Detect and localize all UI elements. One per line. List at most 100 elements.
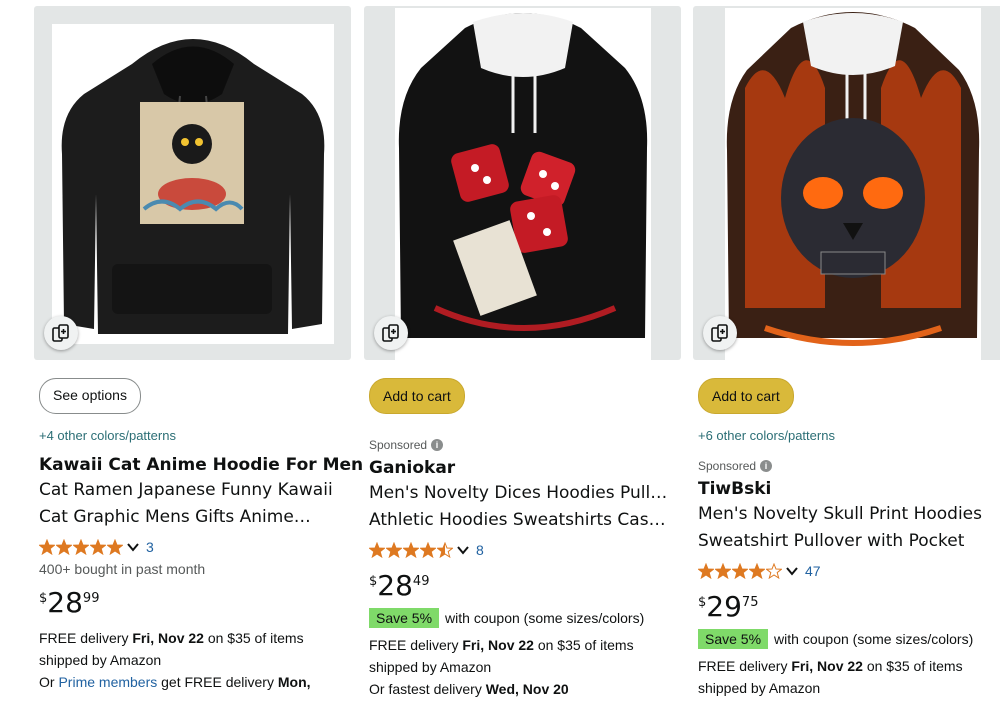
price-fraction: 49 — [412, 574, 430, 589]
other-colors-link[interactable]: +4 other colors/patterns — [39, 428, 371, 443]
prime-members-link[interactable]: Prime members — [58, 674, 157, 690]
star-icon — [386, 542, 402, 558]
sponsored-text: Sponsored — [369, 438, 428, 452]
star-icon — [437, 542, 453, 558]
prime-prefix: Or — [39, 674, 59, 690]
compare-icon — [711, 324, 728, 342]
price[interactable]: $ 28 49 — [369, 570, 701, 604]
price-symbol: $ — [698, 595, 707, 610]
delivery-line2: shipped by Amazon — [39, 652, 162, 668]
delivery-prefix: FREE delivery — [39, 630, 133, 646]
hoodie-flaming-skull-image[interactable] — [725, 8, 981, 360]
chevron-down-icon[interactable] — [456, 543, 470, 557]
coupon-badge[interactable]: Save 5% — [698, 629, 769, 649]
product-title[interactable]: Men's Novelty Skull Print Hoodies Sweats… — [698, 501, 1000, 555]
star-icon — [73, 539, 89, 555]
rating[interactable]: 47 — [698, 561, 1000, 581]
rating[interactable]: 3 — [39, 537, 371, 557]
coupon[interactable]: Save 5% with coupon (some sizes/colors) — [698, 629, 1000, 649]
star-icon — [107, 539, 123, 555]
hoodie-cat-ramen-image[interactable] — [52, 24, 334, 344]
hoodie-dice-image[interactable] — [395, 8, 651, 360]
star-rating[interactable] — [698, 563, 782, 579]
delivery-suffix: on $35 of items — [203, 630, 304, 646]
delivery-info: FREE delivery Fri, Nov 22 on $35 of item… — [39, 627, 371, 693]
info-icon[interactable]: i — [431, 439, 444, 451]
prime-date: Mon, — [277, 674, 311, 690]
review-count[interactable]: 47 — [805, 563, 821, 579]
title-line[interactable]: Cat Ramen Japanese Funny Kawaii — [39, 477, 344, 504]
price-whole: 28 — [377, 569, 413, 602]
star-icon — [698, 563, 714, 579]
sponsored-label[interactable]: Sponsored i — [369, 438, 701, 452]
fastest-prefix: Or fastest delivery — [369, 681, 486, 697]
price-symbol: $ — [369, 574, 378, 589]
product-image-container[interactable] — [364, 6, 681, 360]
star-icon — [715, 563, 731, 579]
delivery-prefix: FREE delivery — [698, 658, 792, 674]
title-line[interactable]: Athletic Hoodies Sweatshirts Casual… — [369, 507, 674, 534]
title-line[interactable]: Sweatshirt Pullover with Pocket — [698, 528, 1000, 555]
product-title[interactable]: Men's Novelty Dices Hoodies Pullover Ath… — [369, 480, 701, 534]
price[interactable]: $ 28 99 — [39, 587, 371, 621]
compare-button[interactable] — [374, 316, 408, 350]
product-card: Add to cart Sponsored i Ganiokar Men's N… — [364, 6, 681, 726]
product-card: See options +4 other colors/patterns Kaw… — [34, 6, 380, 726]
delivery-date: Fri, Nov 22 — [462, 637, 534, 653]
product-image-container[interactable] — [693, 6, 1000, 360]
chevron-down-icon[interactable] — [785, 564, 799, 578]
star-icon — [369, 542, 385, 558]
delivery-info: FREE delivery Fri, Nov 22 on $35 of item… — [698, 655, 1000, 699]
review-count[interactable]: 8 — [476, 542, 484, 558]
price-fraction: 99 — [82, 591, 100, 606]
title-line[interactable]: Men's Novelty Skull Print Hoodies — [698, 501, 1000, 528]
add-to-cart-button[interactable]: Add to cart — [698, 378, 794, 414]
price-whole: 28 — [47, 586, 83, 619]
star-rating[interactable] — [39, 539, 123, 555]
product-info: Add to cart +6 other colors/patterns Spo… — [698, 378, 1000, 699]
star-icon — [90, 539, 106, 555]
star-icon — [56, 539, 72, 555]
sponsored-text: Sponsored — [698, 459, 757, 473]
add-to-cart-button[interactable]: Add to cart — [369, 378, 465, 414]
review-count[interactable]: 3 — [146, 539, 154, 555]
product-image-container[interactable] — [34, 6, 351, 360]
product-info: Add to cart Sponsored i Ganiokar Men's N… — [369, 378, 701, 700]
compare-icon — [382, 324, 399, 342]
sponsored-label[interactable]: Sponsored i — [698, 459, 1000, 473]
delivery-date: Fri, Nov 22 — [132, 630, 204, 646]
delivery-line2: shipped by Amazon — [698, 680, 821, 696]
compare-button[interactable] — [703, 316, 737, 350]
star-icon — [732, 563, 748, 579]
product-card: Add to cart +6 other colors/patterns Spo… — [693, 6, 1000, 726]
chevron-down-icon[interactable] — [126, 540, 140, 554]
bought-count: 400+ bought in past month — [39, 561, 206, 577]
compare-button[interactable] — [44, 316, 78, 350]
title-line[interactable]: Men's Novelty Dices Hoodies Pullover — [369, 480, 674, 507]
delivery-line2: shipped by Amazon — [369, 659, 492, 675]
other-colors-link[interactable]: +6 other colors/patterns — [698, 428, 1000, 443]
prime-suffix: get FREE delivery — [157, 674, 278, 690]
star-rating[interactable] — [369, 542, 453, 558]
product-title-bold[interactable]: Kawaii Cat Anime Hoodie For Men… — [39, 455, 380, 475]
fastest-date: Wed, Nov 20 — [485, 681, 569, 697]
compare-icon — [52, 324, 69, 342]
rating[interactable]: 8 — [369, 540, 701, 560]
title-line[interactable]: Cat Graphic Mens Gifts Anime… — [39, 504, 344, 531]
delivery-prefix: FREE delivery — [369, 637, 463, 653]
product-title[interactable]: Cat Ramen Japanese Funny Kawaii Cat Grap… — [39, 477, 371, 531]
brand-name[interactable]: TiwBski — [698, 479, 1000, 499]
price-fraction: 75 — [741, 595, 759, 610]
price-whole: 29 — [706, 590, 742, 623]
price[interactable]: $ 29 75 — [698, 591, 1000, 625]
delivery-date: Fri, Nov 22 — [791, 658, 863, 674]
coupon[interactable]: Save 5% with coupon (some sizes/colors) — [369, 608, 701, 628]
coupon-badge[interactable]: Save 5% — [369, 608, 440, 628]
info-icon[interactable]: i — [760, 460, 773, 472]
brand-name[interactable]: Ganiokar — [369, 458, 701, 478]
delivery-info: FREE delivery Fri, Nov 22 on $35 of item… — [369, 634, 701, 700]
star-icon — [420, 542, 436, 558]
coupon-text: with coupon (some sizes/colors) — [774, 631, 974, 647]
see-options-button[interactable]: See options — [39, 378, 141, 414]
star-icon — [403, 542, 419, 558]
